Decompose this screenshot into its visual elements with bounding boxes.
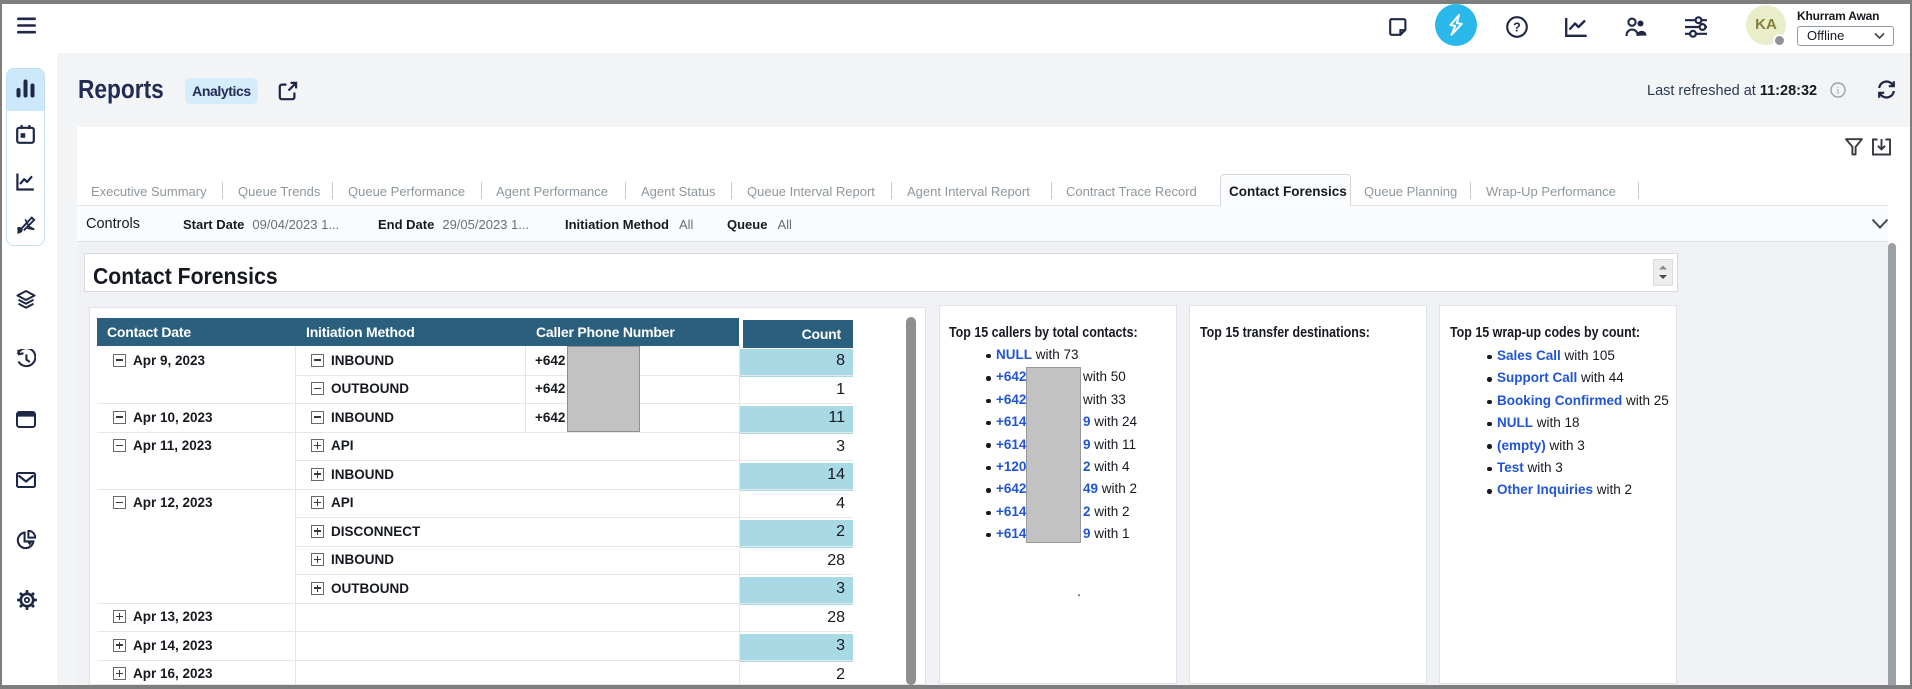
svg-text:i: i — [1837, 87, 1840, 97]
svg-text:?: ? — [1513, 20, 1521, 34]
